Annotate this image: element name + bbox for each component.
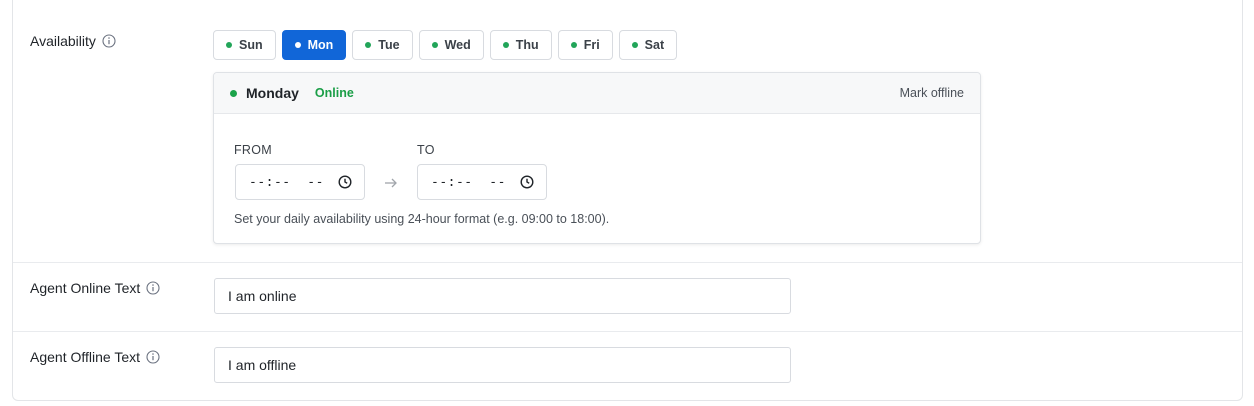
day-tab-wed[interactable]: Wed	[418, 30, 484, 60]
day-tab-sat[interactable]: Sat	[618, 30, 678, 60]
agent-online-row: Agent Online Text I am online	[13, 263, 1242, 331]
status-dot	[431, 42, 438, 48]
agent-online-text-value: I am online	[228, 288, 297, 304]
day-tab-label: Wed	[444, 38, 471, 52]
status-dot	[570, 42, 577, 48]
agent-online-text-input[interactable]: I am online	[214, 278, 791, 314]
agent-offline-row: Agent Offline Text I am offline	[13, 332, 1242, 402]
day-availability-panel: Monday Online Mark offline FROM --:-- --…	[213, 72, 981, 244]
day-tab-tue[interactable]: Tue	[352, 30, 413, 60]
day-tab-fri[interactable]: Fri	[557, 30, 613, 60]
day-tab-label: Sat	[644, 38, 665, 52]
from-time-input[interactable]: --:-- --	[235, 164, 365, 200]
from-label: FROM	[234, 143, 272, 157]
availability-label: Availability	[30, 33, 96, 49]
info-icon[interactable]	[146, 281, 160, 295]
clock-icon[interactable]	[338, 175, 352, 189]
agent-offline-text-input[interactable]: I am offline	[214, 347, 791, 383]
to-label: TO	[417, 143, 435, 157]
availability-label-group: Availability	[30, 33, 116, 49]
day-tab-label: Fri	[583, 38, 600, 52]
day-tab-label: Thu	[515, 38, 539, 52]
agent-offline-label: Agent Offline Text	[30, 349, 140, 365]
clock-icon[interactable]	[520, 175, 534, 189]
online-dot	[230, 89, 237, 97]
day-tab-mon[interactable]: Mon	[281, 30, 347, 60]
panel-header: Monday Online Mark offline	[214, 73, 980, 114]
day-tab-label: Tue	[378, 38, 400, 52]
settings-card: Availability Sun Mon Tue Wed Thu Fri Sat…	[12, 0, 1243, 401]
day-tab-label: Sun	[239, 38, 263, 52]
to-time-input[interactable]: --:-- --	[417, 164, 547, 200]
availability-row: Availability Sun Mon Tue Wed Thu Fri Sat…	[13, 0, 1242, 262]
agent-online-label-group: Agent Online Text	[30, 280, 160, 296]
panel-status-badge: Online	[314, 86, 354, 100]
mark-offline-button[interactable]: Mark offline	[900, 86, 964, 100]
to-time-value: --:-- --	[431, 174, 506, 190]
info-icon[interactable]	[102, 34, 116, 48]
status-dot	[631, 42, 638, 48]
day-tabs: Sun Mon Tue Wed Thu Fri Sat	[213, 30, 678, 60]
status-dot	[294, 42, 301, 48]
day-tab-sun[interactable]: Sun	[213, 30, 276, 60]
availability-hint: Set your daily availability using 24-hou…	[234, 212, 610, 226]
day-tab-label: Mon	[307, 38, 334, 52]
panel-day-name: Monday	[246, 85, 299, 101]
arrow-right-icon	[385, 178, 397, 188]
info-icon[interactable]	[146, 350, 160, 364]
status-dot	[502, 42, 509, 48]
day-tab-thu[interactable]: Thu	[489, 30, 552, 60]
from-time-value: --:-- --	[249, 174, 324, 190]
status-dot	[226, 42, 232, 48]
agent-offline-text-value: I am offline	[228, 357, 297, 373]
agent-offline-label-group: Agent Offline Text	[30, 349, 160, 365]
agent-online-label: Agent Online Text	[30, 280, 141, 296]
status-dot	[365, 42, 372, 48]
